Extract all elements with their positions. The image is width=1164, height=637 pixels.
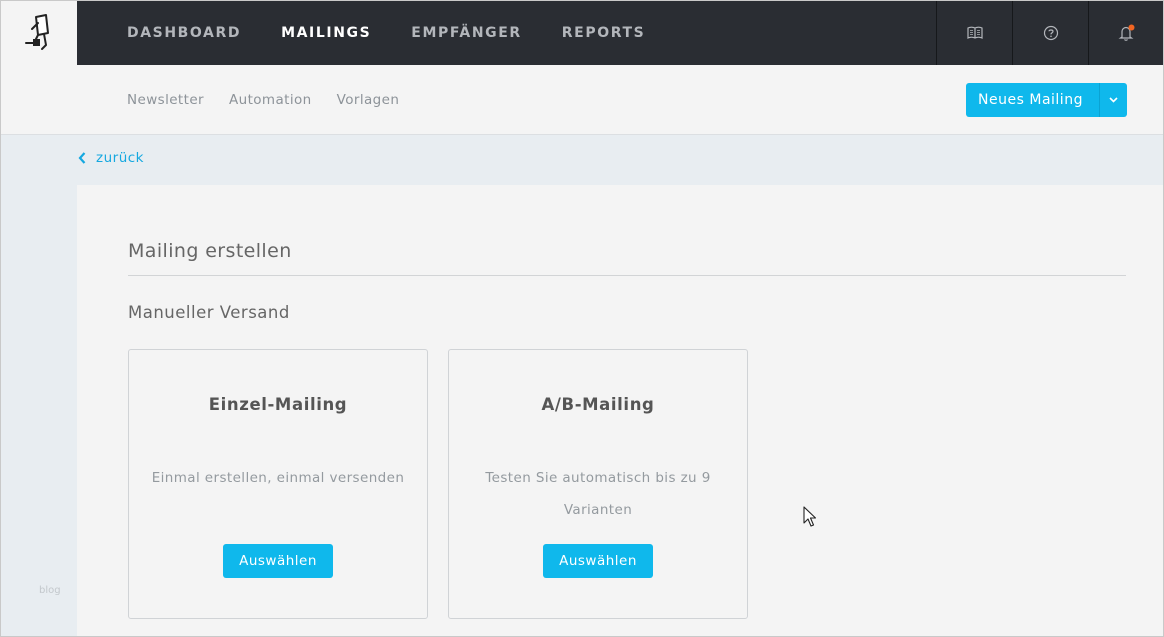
select-ab-mailing-button[interactable]: Auswählen xyxy=(543,544,653,578)
nav-empfaenger[interactable]: EMPFÄNGER xyxy=(411,25,522,41)
subnav-automation[interactable]: Automation xyxy=(229,92,312,108)
docs-button[interactable] xyxy=(936,0,1012,65)
back-label: zurück xyxy=(96,150,144,166)
page-title: Mailing erstellen xyxy=(128,240,292,262)
subnav-newsletter[interactable]: Newsletter xyxy=(127,92,204,108)
logo[interactable] xyxy=(0,0,77,65)
card-title: Einzel-Mailing xyxy=(208,395,348,414)
runner-logo-icon xyxy=(24,13,49,50)
blog-link[interactable]: blog xyxy=(39,585,61,596)
subnav-vorlagen[interactable]: Vorlagen xyxy=(337,92,400,108)
nav-mailings[interactable]: MAILINGS xyxy=(281,25,371,41)
help-button[interactable] xyxy=(1012,0,1088,65)
notifications-button[interactable] xyxy=(1088,0,1164,65)
title-divider xyxy=(128,275,1126,276)
new-mailing-split-button: Neues Mailing xyxy=(966,83,1127,117)
sub-navigation: Newsletter Automation Vorlagen Neues Mai… xyxy=(0,65,1164,135)
mouse-cursor-icon xyxy=(803,506,817,532)
chevron-left-icon xyxy=(78,152,86,164)
main-panel: Mailing erstellen Manueller Versand Einz… xyxy=(77,185,1164,637)
section-title: Manueller Versand xyxy=(128,303,290,322)
chevron-down-icon xyxy=(1109,97,1118,103)
card-description: Einmal erstellen, einmal versenden xyxy=(151,470,405,486)
select-einzel-mailing-button[interactable]: Auswählen xyxy=(223,544,333,578)
bell-icon xyxy=(1118,24,1134,41)
top-navigation: DASHBOARD MAILINGS EMPFÄNGER REPORTS xyxy=(77,0,1164,65)
new-mailing-button[interactable]: Neues Mailing xyxy=(966,83,1099,117)
card-description: Testen Sie automatisch bis zu 9 Variante… xyxy=(485,470,711,518)
nav-dashboard[interactable]: DASHBOARD xyxy=(127,25,241,41)
book-icon xyxy=(966,26,983,39)
card-einzel-mailing: Einzel-Mailing Einmal erstellen, einmal … xyxy=(128,349,428,619)
help-icon xyxy=(1043,25,1058,40)
nav-reports[interactable]: REPORTS xyxy=(562,25,646,41)
new-mailing-dropdown-toggle[interactable] xyxy=(1099,83,1127,117)
card-ab-mailing: A/B-Mailing Testen Sie automatisch bis z… xyxy=(448,349,748,619)
back-link[interactable]: zurück xyxy=(78,150,144,166)
card-title: A/B-Mailing xyxy=(541,395,655,414)
